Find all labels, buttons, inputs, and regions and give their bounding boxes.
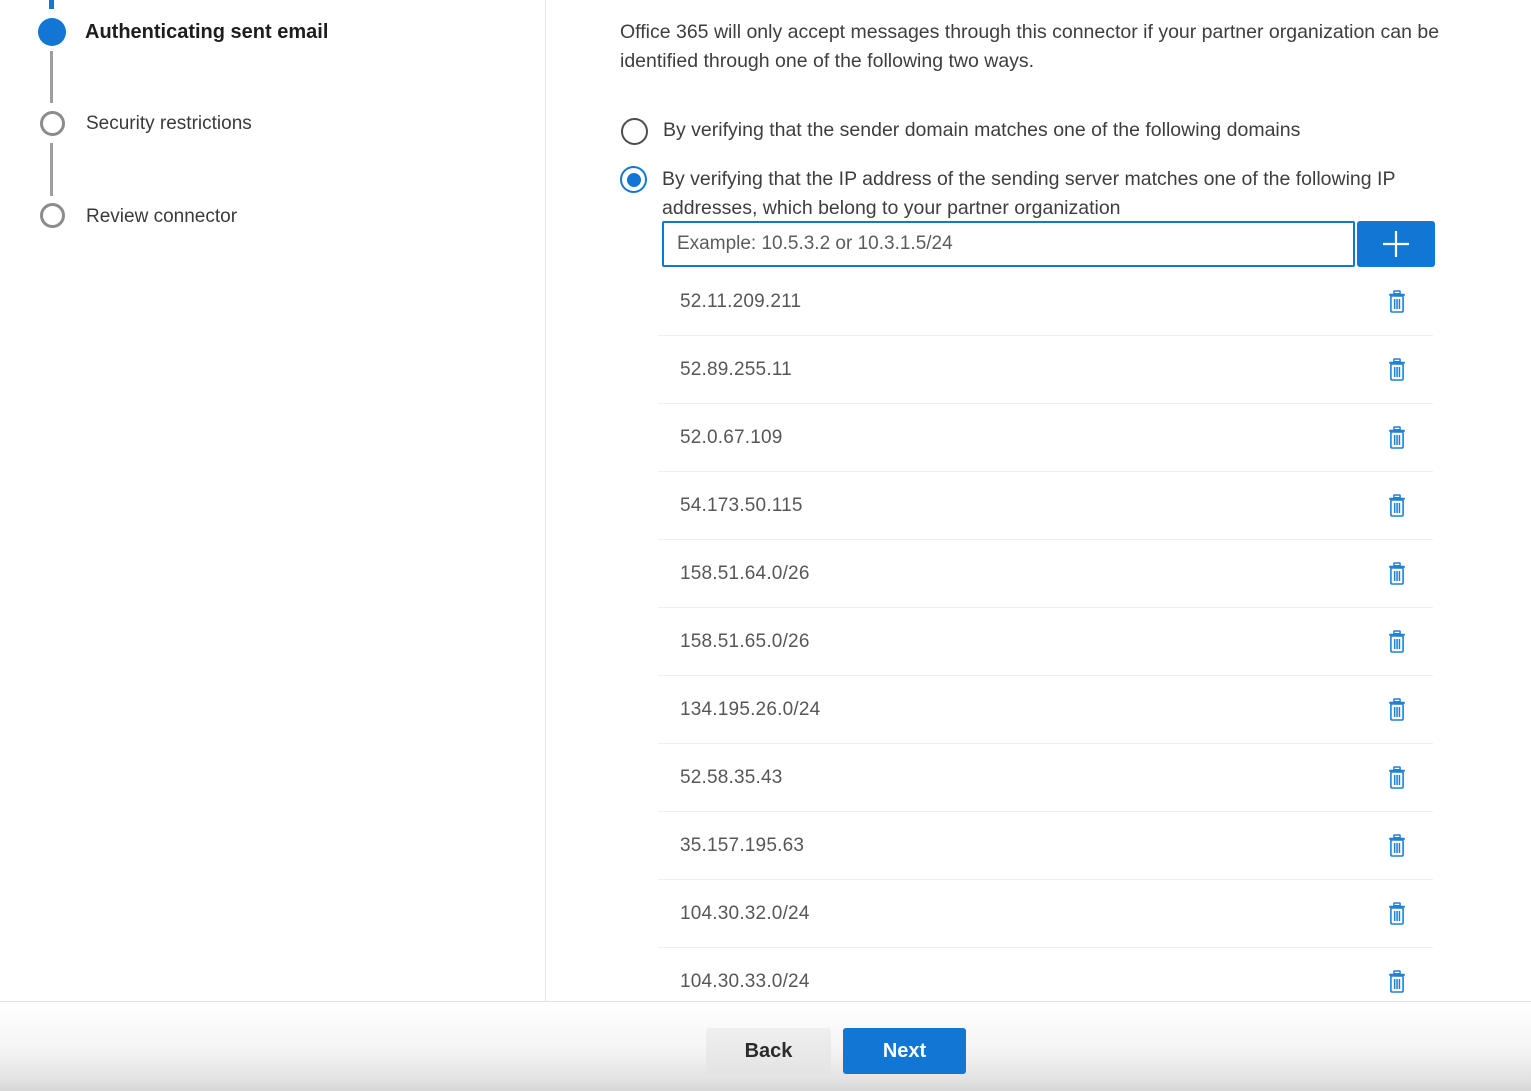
stepper-connector bbox=[50, 143, 53, 196]
ip-value: 35.157.195.63 bbox=[680, 835, 804, 857]
radio-option-sender-domain-label: By verifying that the sender domain matc… bbox=[663, 117, 1300, 144]
next-button[interactable]: Next bbox=[843, 1028, 966, 1074]
trash-icon bbox=[1387, 562, 1407, 586]
stepper-connector bbox=[50, 51, 53, 103]
back-button[interactable]: Back bbox=[706, 1028, 831, 1074]
radio-ip-label-line-2: addresses, which belong to your partner … bbox=[662, 194, 1395, 223]
delete-ip-button[interactable] bbox=[1385, 832, 1409, 860]
radio-option-ip-address[interactable]: By verifying that the IP address of the … bbox=[620, 165, 1395, 223]
trash-icon bbox=[1387, 426, 1407, 450]
ip-value: 158.51.64.0/26 bbox=[680, 563, 810, 585]
wizard-stepper: Authenticating sent email Security restr… bbox=[0, 0, 546, 1001]
ip-list-row: 158.51.65.0/26 bbox=[658, 608, 1433, 676]
ip-address-input[interactable] bbox=[662, 221, 1355, 267]
ip-value: 52.58.35.43 bbox=[680, 767, 783, 789]
radio-ip-label-line-1: By verifying that the IP address of the … bbox=[662, 165, 1395, 194]
ip-list: 52.11.209.211 52.89.255.11 bbox=[658, 268, 1433, 1001]
ip-list-row: 52.89.255.11 bbox=[658, 336, 1433, 404]
intro-line-1: Office 365 will only accept messages thr… bbox=[620, 18, 1531, 47]
trash-icon bbox=[1387, 766, 1407, 790]
ip-list-row: 158.51.64.0/26 bbox=[658, 540, 1433, 608]
ip-value: 104.30.33.0/24 bbox=[680, 971, 810, 993]
step-label-security-restrictions: Security restrictions bbox=[86, 112, 252, 135]
add-ip-button[interactable] bbox=[1357, 221, 1435, 267]
ip-value: 134.195.26.0/24 bbox=[680, 699, 820, 721]
trash-icon bbox=[1387, 970, 1407, 994]
trash-icon bbox=[1387, 630, 1407, 654]
ip-list-row: 35.157.195.63 bbox=[658, 812, 1433, 880]
trash-icon bbox=[1387, 290, 1407, 314]
delete-ip-button[interactable] bbox=[1385, 696, 1409, 724]
wizard-footer: Back Next bbox=[0, 1001, 1531, 1091]
delete-ip-button[interactable] bbox=[1385, 288, 1409, 316]
ip-list-row: 134.195.26.0/24 bbox=[658, 676, 1433, 744]
trash-icon bbox=[1387, 834, 1407, 858]
trash-icon bbox=[1387, 902, 1407, 926]
plus-icon bbox=[1379, 227, 1413, 261]
ip-list-row: 104.30.32.0/24 bbox=[658, 880, 1433, 948]
ip-value: 54.173.50.115 bbox=[680, 495, 803, 517]
delete-ip-button[interactable] bbox=[1385, 356, 1409, 384]
ip-list-row: 54.173.50.115 bbox=[658, 472, 1433, 540]
delete-ip-button[interactable] bbox=[1385, 492, 1409, 520]
ip-value: 52.0.67.109 bbox=[680, 427, 783, 449]
radio-button-unselected[interactable] bbox=[621, 118, 648, 145]
delete-ip-button[interactable] bbox=[1385, 560, 1409, 588]
step-indicator-authenticating-sent-email bbox=[38, 18, 66, 46]
radio-option-ip-address-label: By verifying that the IP address of the … bbox=[662, 165, 1395, 223]
radio-button-selected[interactable] bbox=[620, 166, 647, 193]
ip-entry-row bbox=[662, 221, 1435, 267]
ip-list-row: 52.58.35.43 bbox=[658, 744, 1433, 812]
delete-ip-button[interactable] bbox=[1385, 628, 1409, 656]
trash-icon bbox=[1387, 698, 1407, 722]
step-indicator-security-restrictions bbox=[40, 111, 65, 136]
ip-value: 104.30.32.0/24 bbox=[680, 903, 810, 925]
intro-text: Office 365 will only accept messages thr… bbox=[620, 0, 1531, 76]
trash-icon bbox=[1387, 358, 1407, 382]
intro-line-2: identified through one of the following … bbox=[620, 47, 1531, 76]
delete-ip-button[interactable] bbox=[1385, 424, 1409, 452]
step-indicator-review-connector bbox=[40, 203, 65, 228]
delete-ip-button[interactable] bbox=[1385, 968, 1409, 996]
delete-ip-button[interactable] bbox=[1385, 764, 1409, 792]
trash-icon bbox=[1387, 494, 1407, 518]
radio-option-sender-domain[interactable]: By verifying that the sender domain matc… bbox=[621, 117, 1300, 145]
ip-list-row: 104.30.33.0/24 bbox=[658, 948, 1433, 1001]
stepper-progress-line bbox=[49, 0, 54, 9]
ip-value: 52.11.209.211 bbox=[680, 291, 801, 313]
ip-list-row: 52.0.67.109 bbox=[658, 404, 1433, 472]
ip-list-row: 52.11.209.211 bbox=[658, 268, 1433, 336]
step-label-authenticating-sent-email: Authenticating sent email bbox=[85, 20, 328, 44]
delete-ip-button[interactable] bbox=[1385, 900, 1409, 928]
ip-value: 52.89.255.11 bbox=[680, 359, 792, 381]
step-label-review-connector: Review connector bbox=[86, 205, 237, 228]
wizard-step-content: Office 365 will only accept messages thr… bbox=[620, 0, 1531, 1001]
ip-value: 158.51.65.0/26 bbox=[680, 631, 810, 653]
